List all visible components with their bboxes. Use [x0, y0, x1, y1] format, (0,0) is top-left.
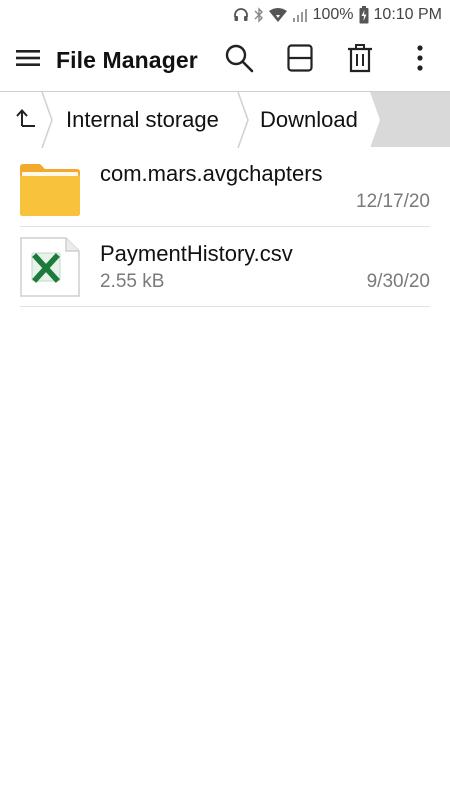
row-divider	[20, 306, 430, 307]
breadcrumb-item-internal-storage[interactable]: Internal storage	[66, 92, 219, 148]
breadcrumb-item-download[interactable]: Download	[260, 92, 358, 148]
menu-icon	[15, 48, 41, 73]
file-row-folder[interactable]: com.mars.avgchapters 12/17/20	[0, 147, 450, 227]
navigate-up-button[interactable]	[8, 102, 44, 138]
delete-button[interactable]	[342, 42, 378, 78]
menu-button[interactable]	[10, 42, 46, 78]
arrow-up-icon	[15, 108, 37, 133]
file-date: 9/30/20	[366, 271, 430, 292]
bluetooth-icon	[254, 7, 264, 23]
file-name: PaymentHistory.csv	[100, 241, 293, 266]
battery-icon	[359, 6, 369, 24]
status-icons: 100% 10:10 PM	[233, 5, 442, 25]
search-button[interactable]	[221, 42, 257, 78]
trash-icon	[347, 43, 373, 78]
battery-percent: 100%	[312, 6, 354, 23]
more-vert-icon	[416, 44, 424, 77]
page-title: File Manager	[56, 47, 198, 73]
split-view-button[interactable]	[282, 42, 318, 78]
status-bar: 100% 10:10 PM	[0, 0, 450, 30]
file-size: 2.55 kB	[100, 271, 165, 292]
search-icon	[224, 43, 254, 78]
headphones-icon	[233, 7, 249, 23]
app-bar: File Manager	[0, 30, 450, 90]
wifi-icon	[268, 7, 287, 23]
file-name: com.mars.avgchapters	[100, 161, 323, 186]
signal-icon	[292, 7, 308, 23]
excel-file-icon	[18, 235, 82, 299]
clock: 10:10 PM	[373, 6, 442, 23]
breadcrumb: Internal storage Download	[0, 91, 450, 148]
folder-icon	[18, 155, 82, 219]
file-date: 12/17/20	[356, 191, 430, 212]
split-view-icon	[287, 43, 313, 77]
file-row-csv[interactable]: PaymentHistory.csv 2.55 kB 9/30/20	[0, 227, 450, 307]
more-options-button[interactable]	[402, 42, 438, 78]
